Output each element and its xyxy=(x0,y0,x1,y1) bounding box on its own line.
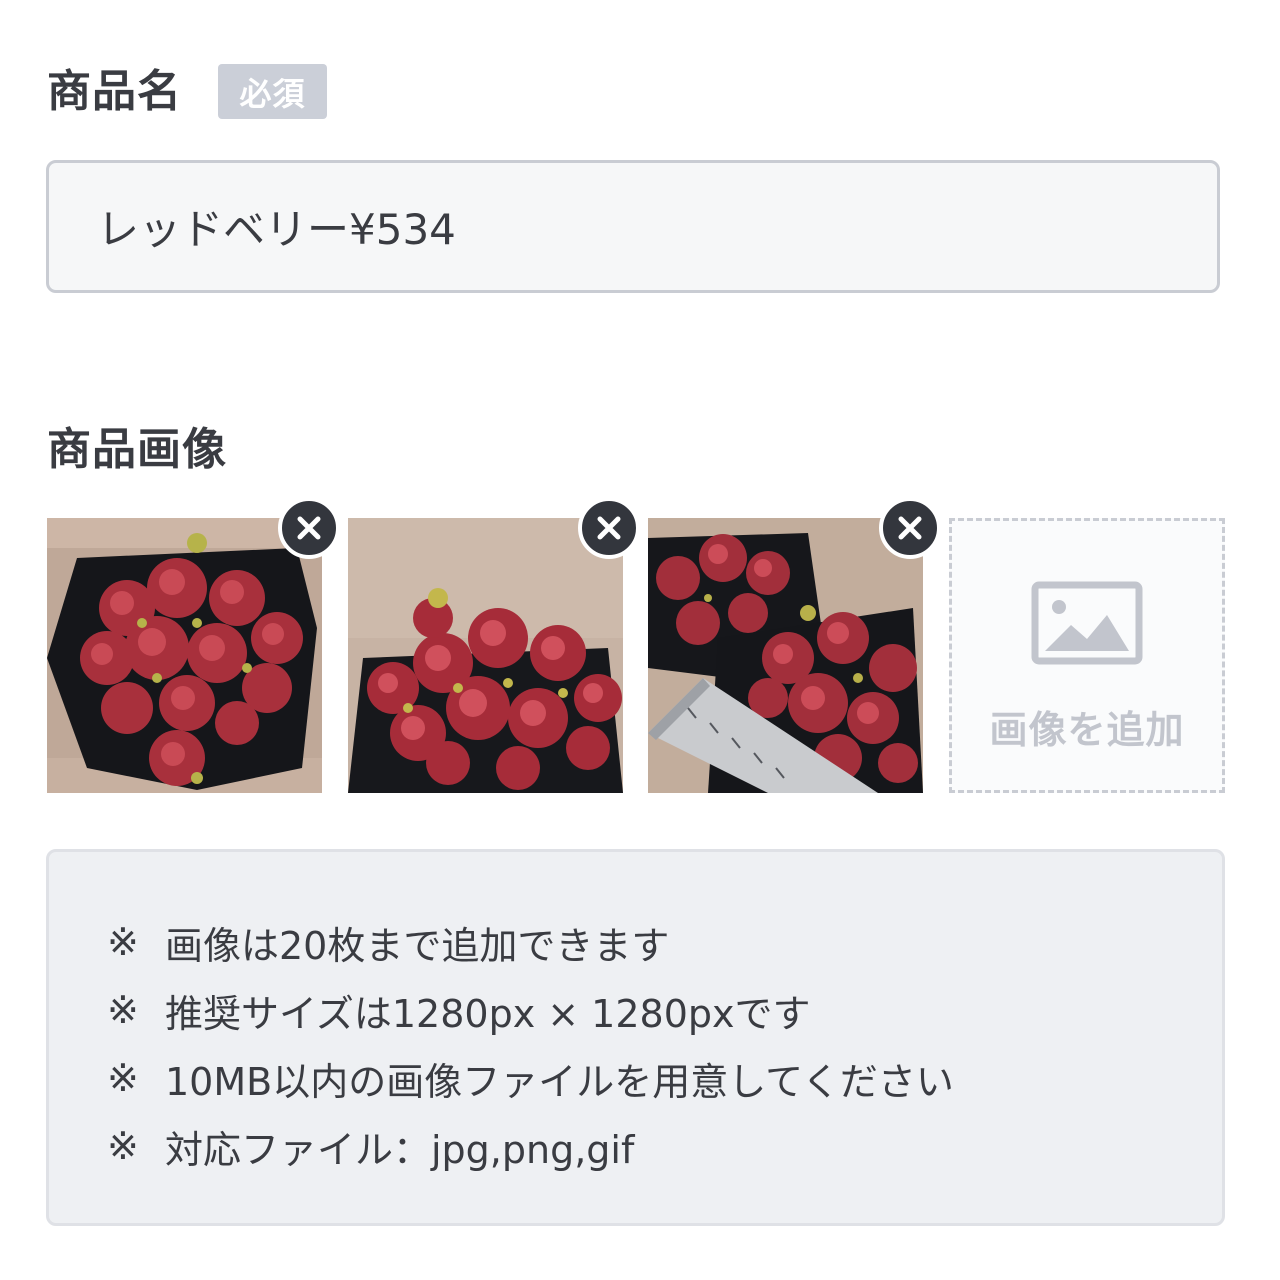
succulent-photo-3 xyxy=(648,518,923,793)
note-mark: ※ xyxy=(107,920,139,964)
add-image-button[interactable]: 画像を追加 xyxy=(949,518,1225,793)
image-guidelines-box: ※ 画像は20枚まで追加できます ※ 推奨サイズは1280px × 1280px… xyxy=(46,849,1225,1226)
required-badge: 必須 xyxy=(218,64,327,119)
remove-image-button[interactable] xyxy=(578,497,640,559)
note-mark: ※ xyxy=(107,1124,139,1168)
guideline-item: ※ 推奨サイズは1280px × 1280pxです xyxy=(107,976,1222,1044)
product-image-thumbnail[interactable] xyxy=(648,518,923,793)
succulent-photo-2 xyxy=(348,518,623,793)
remove-image-button[interactable] xyxy=(879,497,941,559)
guideline-item: ※ 画像は20枚まで追加できます xyxy=(107,908,1222,976)
note-mark: ※ xyxy=(107,988,139,1032)
product-images-label: 商品画像 xyxy=(47,424,227,475)
guideline-item: ※ 10MB以内の画像ファイルを用意してください xyxy=(107,1044,1222,1112)
image-placeholder-icon xyxy=(1031,581,1143,665)
guideline-text: 10MB以内の画像ファイルを用意してください xyxy=(165,1059,954,1104)
remove-image-button[interactable] xyxy=(278,497,340,559)
product-name-input[interactable] xyxy=(46,160,1220,293)
note-mark: ※ xyxy=(107,1056,139,1100)
close-icon xyxy=(297,516,321,540)
guideline-text: 推奨サイズは1280px × 1280pxです xyxy=(165,991,811,1036)
product-name-label: 商品名 xyxy=(47,66,182,117)
guideline-item: ※ 対応ファイル：jpg,png,gif xyxy=(107,1112,1222,1180)
succulent-photo-1 xyxy=(47,518,322,793)
guideline-text: 画像は20枚まで追加できます xyxy=(165,923,670,968)
product-image-thumbnail[interactable] xyxy=(47,518,322,793)
guideline-text: 対応ファイル：jpg,png,gif xyxy=(165,1127,635,1172)
close-icon xyxy=(898,516,922,540)
add-image-label: 画像を追加 xyxy=(989,708,1185,752)
close-icon xyxy=(597,516,621,540)
product-image-thumbnail[interactable] xyxy=(348,518,623,793)
